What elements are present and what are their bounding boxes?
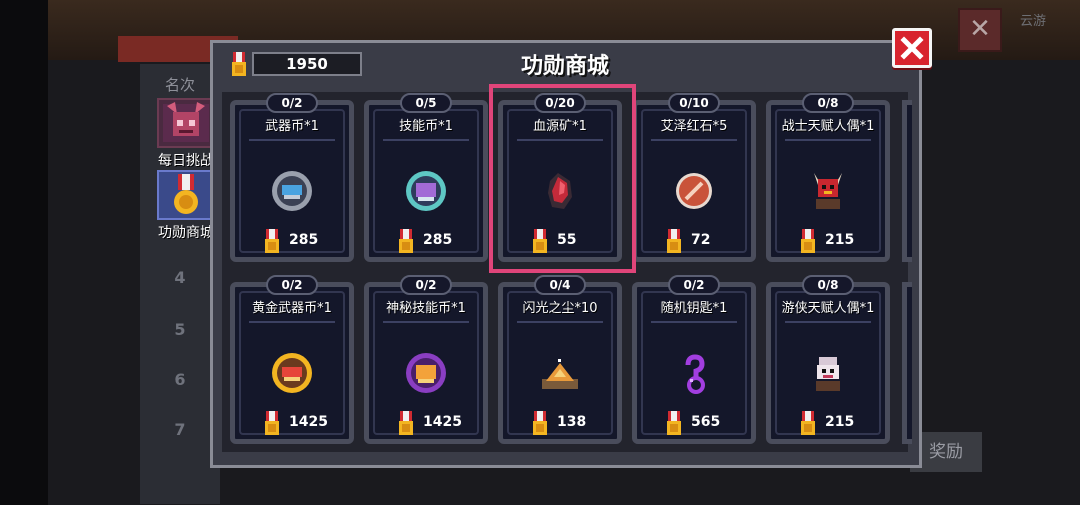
shop-item-card[interactable]: 0/20 血源矿*1 55 xyxy=(498,93,622,262)
shop-item-card[interactable]: 0/2 黄金武器币*1 1425 xyxy=(230,275,354,444)
left-edge-bar xyxy=(0,0,48,505)
medal-icon xyxy=(265,229,279,253)
item-name: 闪光之尘*10 xyxy=(522,301,598,316)
medal-icon xyxy=(399,411,413,435)
stock-badge: 0/5 xyxy=(400,93,452,113)
item-price: 1425 xyxy=(289,414,328,430)
item-name: 游侠天赋人偶*1 xyxy=(781,301,875,316)
item-name: 随机钥匙*1 xyxy=(660,301,728,316)
item-price: 138 xyxy=(557,414,587,430)
medal-icon xyxy=(667,229,681,253)
item-name: 艾泽红石*5 xyxy=(660,119,728,134)
close-icon xyxy=(900,36,924,60)
stock-badge: 0/2 xyxy=(266,93,318,113)
page-title: 功勋商城 xyxy=(520,54,609,79)
item-price: 215 xyxy=(825,414,855,430)
item-price: 285 xyxy=(289,232,319,248)
rank-number: 5 xyxy=(174,320,186,339)
random-key-icon xyxy=(685,354,705,394)
item-name: 武器币*1 xyxy=(265,119,319,134)
item-price: 565 xyxy=(691,414,721,430)
stock-badge: 0/10 xyxy=(668,93,720,113)
shop-item-card[interactable]: 0/10 艾泽红石*5 72 xyxy=(632,93,756,262)
item-price: 55 xyxy=(557,232,577,248)
stock-badge: 0/4 xyxy=(534,275,586,295)
red-stone-icon xyxy=(676,173,712,209)
shop-item-card[interactable]: 0/8 游侠天赋人偶*1 215 xyxy=(766,275,890,444)
medal-icon xyxy=(801,411,815,435)
warrior-doll-icon xyxy=(814,173,842,209)
shop-item-card[interactable]: 0/8 战士天赋人偶*1 215 xyxy=(766,93,890,262)
item-name: 血源矿*1 xyxy=(533,119,587,134)
demon-mask-icon xyxy=(157,98,215,148)
rank-number: 6 xyxy=(174,370,186,389)
stock-badge: 0/20 xyxy=(534,93,586,113)
item-name: 技能币*1 xyxy=(399,119,453,134)
stock-badge: 0/2 xyxy=(668,275,720,295)
medal-icon xyxy=(801,229,815,253)
skill-coin-icon xyxy=(406,171,446,211)
mystic-skill-coin-icon xyxy=(406,353,446,393)
medal-icon xyxy=(265,411,279,435)
item-price: 72 xyxy=(691,232,711,248)
rank-header: 名次 xyxy=(164,76,195,94)
item-price: 285 xyxy=(423,232,453,248)
shop-item-card[interactable]: 0/2 神秘技能币*1 1425 xyxy=(364,275,488,444)
background-close-icon: ✕ xyxy=(958,8,1002,52)
medal-icon xyxy=(232,52,246,76)
medal-icon xyxy=(533,229,547,253)
medal-icon xyxy=(533,411,547,435)
stock-badge: 0/2 xyxy=(400,275,452,295)
merit-balance-value: 1950 xyxy=(252,52,362,76)
corner-text: 云游 xyxy=(1020,14,1047,29)
merit-balance-display: 1950 xyxy=(226,50,364,78)
item-name: 神秘技能币*1 xyxy=(386,301,466,316)
stock-badge: 0/8 xyxy=(802,275,854,295)
item-price: 1425 xyxy=(423,414,462,430)
medal-icon xyxy=(667,411,681,435)
weapon-coin-icon xyxy=(272,171,312,211)
item-price: 215 xyxy=(825,232,855,248)
medal-icon xyxy=(157,170,215,220)
blood-ore-icon xyxy=(548,173,572,209)
shop-item-card[interactable]: 0/5 技能币*1 285 xyxy=(364,93,488,262)
shop-item-card[interactable]: 0/4 闪光之尘*10 138 xyxy=(498,275,622,444)
shop-item-card[interactable]: 0/2 武器币*1 285 xyxy=(230,93,354,262)
gold-weapon-coin-icon xyxy=(272,353,312,393)
offscreen-card-edge xyxy=(902,282,912,444)
rank-number: 4 xyxy=(174,268,186,287)
item-name: 战士天赋人偶*1 xyxy=(781,119,875,134)
item-name: 黄金武器币*1 xyxy=(252,301,332,316)
sparkle-dust-icon xyxy=(542,359,578,389)
close-button[interactable] xyxy=(892,28,932,68)
medal-icon xyxy=(399,229,413,253)
shop-item-card[interactable]: 0/2 随机钥匙*1 565 xyxy=(632,275,756,444)
ranger-doll-icon xyxy=(816,357,840,391)
stock-badge: 0/2 xyxy=(266,275,318,295)
stock-badge: 0/8 xyxy=(802,93,854,113)
rank-number: 7 xyxy=(174,420,186,439)
offscreen-card-edge xyxy=(902,100,912,262)
